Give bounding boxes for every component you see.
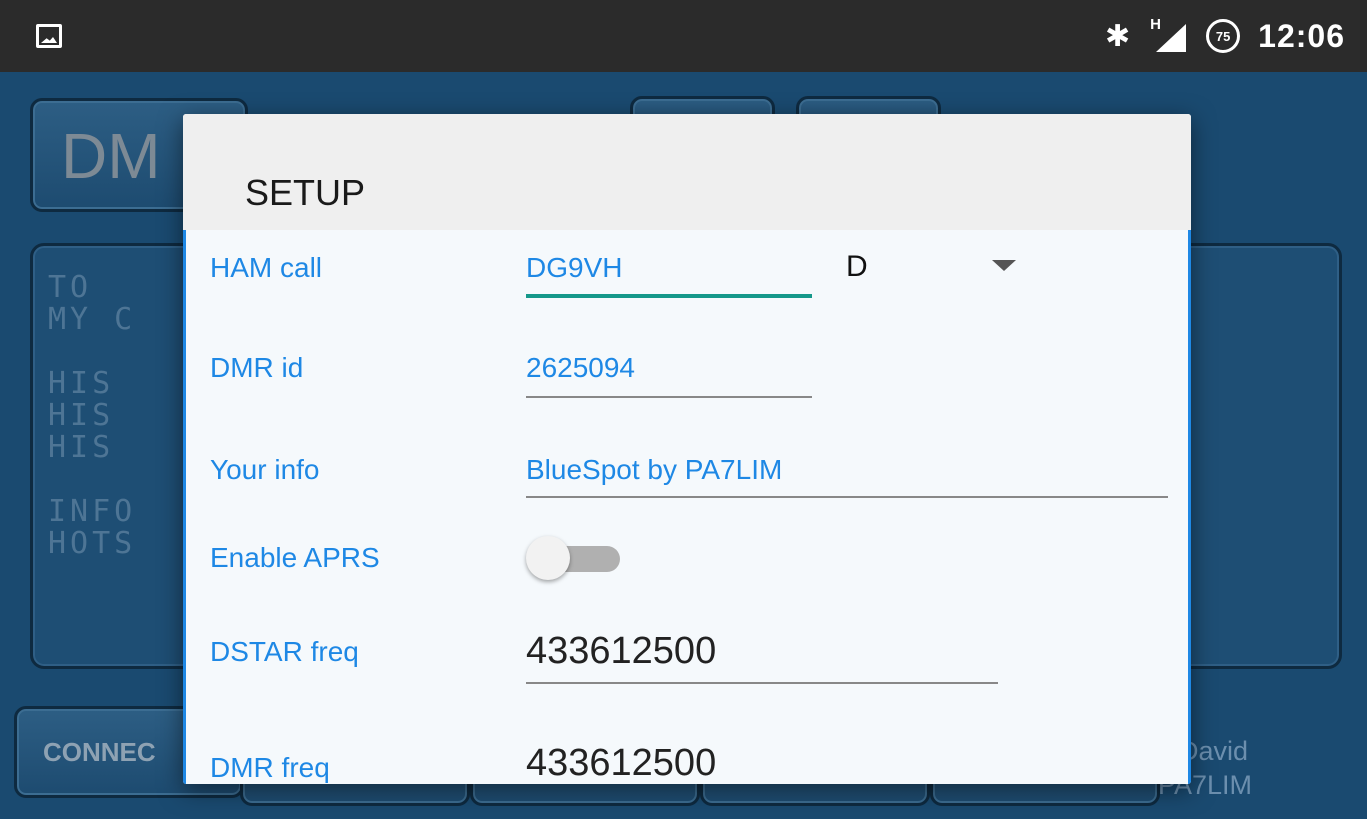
ham-call-input[interactable]: DG9VH (526, 252, 622, 284)
signal-icon: H (1148, 16, 1188, 54)
mode-label: DM (61, 120, 161, 192)
ham-call-label: HAM call (210, 252, 323, 283)
dialog-header: SETUP (183, 114, 1191, 230)
ham-call-underline (526, 294, 812, 298)
dstar-freq-label: DSTAR freq (210, 636, 359, 667)
dmr-id-underline (526, 396, 812, 398)
info-display-text: TO MY C HIS HIS HIS INFO HOTS (48, 270, 137, 561)
ham-call-suffix-select[interactable]: D (846, 250, 868, 284)
dstar-freq-underline (526, 682, 998, 684)
bluetooth-icon: ✱ (1105, 18, 1131, 54)
dmr-freq-input[interactable]: 433612500 (526, 742, 716, 784)
chevron-down-icon[interactable] (992, 260, 1016, 271)
setup-dialog: SETUP HAM call DG9VH D DMR id 2625094 Yo… (183, 114, 1191, 784)
image-notification-icon (36, 24, 62, 48)
dmr-id-input[interactable]: 2625094 (526, 352, 635, 384)
dstar-freq-input[interactable]: 433612500 (526, 630, 716, 673)
battery-icon: 75 (1206, 19, 1241, 53)
enable-aprs-label: Enable APRS (210, 542, 380, 573)
clock: 12:06 (1258, 17, 1345, 54)
your-info-label: Your info (210, 454, 320, 485)
status-icons: ✱ H 75 12:06 (1105, 14, 1345, 58)
dialog-title: SETUP (245, 172, 366, 213)
dialog-body: HAM call DG9VH D DMR id 2625094 Your inf… (183, 230, 1191, 784)
connect-label: CONNEC (43, 737, 156, 767)
your-info-underline (526, 496, 1168, 498)
your-info-input[interactable]: BlueSpot by PA7LIM (526, 454, 782, 486)
status-bar: ✱ H 75 12:06 (0, 0, 1367, 72)
dmr-id-label: DMR id (210, 352, 304, 383)
dmr-freq-label: DMR freq (210, 752, 330, 783)
enable-aprs-toggle[interactable] (526, 536, 621, 580)
